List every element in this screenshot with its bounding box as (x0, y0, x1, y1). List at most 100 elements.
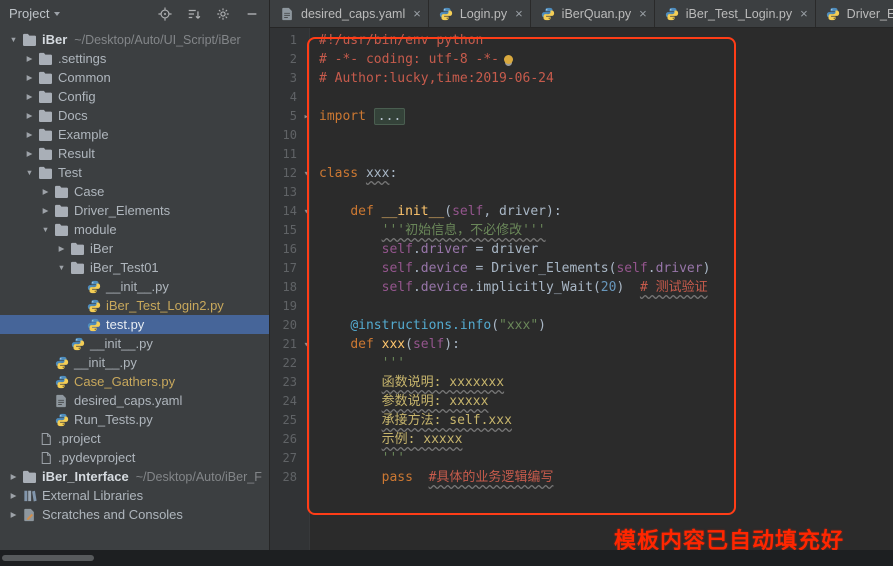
tree-item-test[interactable]: ▼Test (0, 163, 269, 182)
tree-item-test-py[interactable]: test.py (0, 315, 269, 334)
tree-item-driver-elements[interactable]: ▶Driver_Elements (0, 201, 269, 220)
tree-item-iber-test01[interactable]: ▼ iBer_Test01 (0, 258, 269, 277)
code-text: '''初始信息，不必修改''' (310, 221, 546, 240)
chevron-right-icon[interactable]: ▶ (22, 111, 37, 120)
tree-item-init-py[interactable]: __init__.py (0, 334, 269, 353)
chevron-down-icon[interactable]: ▼ (6, 35, 21, 44)
tree-item-common[interactable]: ▶Common (0, 68, 269, 87)
tree-item-project[interactable]: .project (0, 429, 269, 448)
tree-item-label: Example (58, 127, 109, 142)
close-icon[interactable]: × (515, 7, 523, 20)
chevron-right-icon[interactable]: ▶ (22, 149, 37, 158)
code-text: import ... (310, 107, 405, 126)
tab-driver-elements-py[interactable]: Driver_Elements.py× (816, 0, 893, 27)
sort-icon[interactable] (187, 7, 201, 21)
python-icon (825, 7, 842, 21)
code-text (310, 88, 319, 107)
locate-icon[interactable] (158, 7, 172, 21)
tab-desired-caps-yaml[interactable]: desired_caps.yaml× (270, 0, 429, 27)
python-icon (53, 413, 70, 427)
chevron-right-icon[interactable]: ▶ (22, 54, 37, 63)
tab-iber-test-login-py[interactable]: iBer_Test_Login.py× (655, 0, 816, 27)
tree-item-label: Scratches and Consoles (42, 507, 183, 522)
horizontal-scrollbar[interactable] (2, 555, 94, 561)
chevron-right-icon[interactable]: ▶ (38, 187, 53, 196)
hide-icon[interactable] (245, 7, 259, 21)
tree-item-case-gathers-py[interactable]: Case_Gathers.py (0, 372, 269, 391)
tree-item-pydevproject[interactable]: .pydevproject (0, 448, 269, 467)
chevron-right-icon[interactable]: ▶ (22, 73, 37, 82)
tree-item-init-py[interactable]: __init__.py (0, 277, 269, 296)
tree-item-example[interactable]: ▶ Example (0, 125, 269, 144)
tree-item-label: .pydevproject (58, 450, 135, 465)
code-text (310, 297, 319, 316)
gear-icon[interactable] (216, 7, 230, 21)
tree-item-docs[interactable]: ▶ Docs (0, 106, 269, 125)
tree-item-run-tests-py[interactable]: Run_Tests.py (0, 410, 269, 429)
tree-item-settings[interactable]: ▶.settings (0, 49, 269, 68)
chevron-right-icon[interactable]: ▶ (6, 491, 21, 500)
chevron-down-icon[interactable]: ▼ (38, 225, 53, 234)
code-text: 参数说明: xxxxx (310, 392, 488, 411)
folder-icon (69, 242, 86, 255)
tree-item-desired-caps-yaml[interactable]: desired_caps.yaml (0, 391, 269, 410)
tree-item-iber[interactable]: ▼iBer~/Desktop/Auto/UI_Script/iBer (0, 30, 269, 49)
code-line: 1#!/usr/bin/env python (270, 31, 893, 50)
chevron-right-icon[interactable]: ▶ (22, 92, 37, 101)
code-line: 13 (270, 183, 893, 202)
line-number: 16 (270, 240, 310, 259)
fold-expanded-icon[interactable]: ▾ (304, 336, 309, 355)
tree-item-module[interactable]: ▼ module (0, 220, 269, 239)
tree-item-iber-interface[interactable]: ▶iBer_Interface~/Desktop/Auto/iBer_F (0, 467, 269, 486)
tree-item-iber-test-login2-py[interactable]: iBer_Test_Login2.py (0, 296, 269, 315)
tree-item-external-libraries[interactable]: ▶External Libraries (0, 486, 269, 505)
code-line: 17 self.device = Driver_Elements(self.dr… (270, 259, 893, 278)
tree-item-label: iBer_Test01 (90, 260, 159, 275)
tab-login-py[interactable]: Login.py × (429, 0, 531, 27)
code-line: 14▾ def __init__(self, driver): (270, 202, 893, 221)
close-icon[interactable]: × (413, 7, 421, 20)
chevron-right-icon[interactable]: ▶ (6, 510, 21, 519)
code-line: 21▾ def xxx(self): (270, 335, 893, 354)
folder-icon (53, 204, 70, 217)
close-icon[interactable]: × (639, 7, 647, 20)
tree-item-label: Docs (58, 108, 88, 123)
project-panel-header: Project (0, 0, 269, 27)
tree-item-label: __init__.py (74, 355, 137, 370)
chevron-down-icon[interactable]: ▼ (54, 263, 69, 272)
code-line: 19 (270, 297, 893, 316)
pycharm-window: desired_caps.yaml×Login.py×iBerQuan.py×i… (0, 0, 893, 566)
tree-item-label: iBer (90, 241, 113, 256)
python-icon (69, 337, 86, 351)
python-icon (53, 375, 70, 389)
fold-collapsed-icon[interactable]: ▸ (304, 108, 309, 127)
tree-item-iber[interactable]: ▶ iBer (0, 239, 269, 258)
tree-item-init-py[interactable]: __init__.py (0, 353, 269, 372)
chevron-down-icon (54, 12, 60, 16)
chevron-down-icon[interactable]: ▼ (22, 168, 37, 177)
close-icon[interactable]: × (800, 7, 808, 20)
chevron-right-icon[interactable]: ▶ (6, 472, 21, 481)
tab-label: Login.py (460, 7, 507, 21)
tree-item-case[interactable]: ▶Case (0, 182, 269, 201)
fold-expanded-icon[interactable]: ▾ (304, 203, 309, 222)
line-number: 10 (270, 126, 310, 145)
tree-item-result[interactable]: ▶Result (0, 144, 269, 163)
python-icon (664, 7, 681, 21)
tree-item-label: Config (58, 89, 96, 104)
code-text: ''' (310, 449, 405, 468)
tab-iberquan-py[interactable]: iBerQuan.py× (531, 0, 655, 27)
tree-item-config[interactable]: ▶ Config (0, 87, 269, 106)
tree-item-scratches-and-consoles[interactable]: ▶ Scratches and Consoles (0, 505, 269, 524)
python-icon (438, 7, 455, 21)
project-view-selector[interactable]: Project (9, 6, 60, 21)
fold-expanded-icon[interactable]: ▾ (304, 165, 309, 184)
chevron-right-icon[interactable]: ▶ (54, 244, 69, 253)
code-area[interactable]: 1#!/usr/bin/env python2# -*- coding: utf… (270, 28, 893, 550)
tree-item-label: module (74, 222, 117, 237)
code-line: 26 示例: xxxxx (270, 430, 893, 449)
annotation-text: 模板内容已自动填充好 (614, 523, 844, 550)
chevron-right-icon[interactable]: ▶ (38, 206, 53, 215)
chevron-right-icon[interactable]: ▶ (22, 130, 37, 139)
tree-item-label: Case_Gathers.py (74, 374, 175, 389)
